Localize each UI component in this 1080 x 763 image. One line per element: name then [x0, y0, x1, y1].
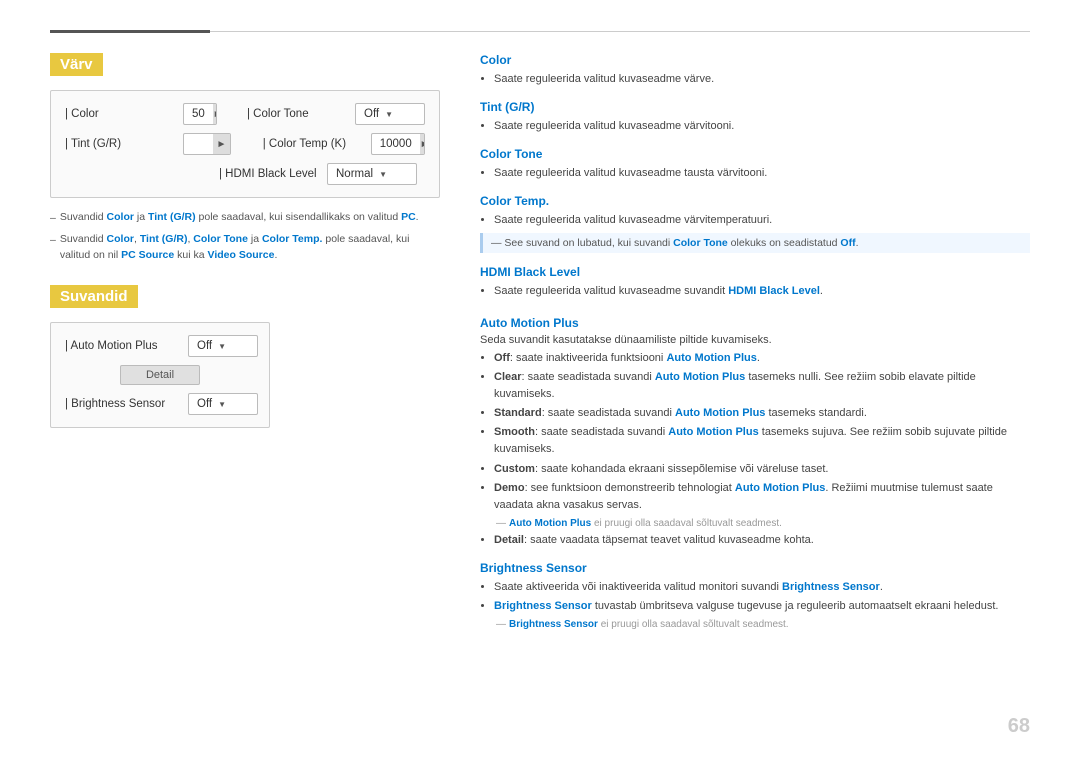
- section-varv-title: Värv: [50, 53, 103, 76]
- page-number: 68: [1008, 715, 1030, 738]
- brightness-value: Off: [197, 398, 212, 410]
- right-brightness-item-1: Saate aktiveerida või inaktiveerida vali…: [494, 579, 1030, 596]
- right-color-temp-title: Color Temp.: [480, 194, 1030, 208]
- right-amp-title: Auto Motion Plus: [480, 316, 1030, 330]
- hdmi-dropdown[interactable]: Normal ▼: [327, 163, 417, 185]
- varv-notes: – Suvandid Color ja Tint (G/R) pole saad…: [50, 210, 440, 263]
- color-temp-note-box: — See suvand on lubatud, kui suvandi Col…: [480, 233, 1030, 253]
- left-column: Värv | Color 50 ► | Color Tone Off ▼: [50, 53, 440, 633]
- right-amp-custom: Custom: saate kohandada ekraani sissepõl…: [494, 461, 1030, 478]
- right-amp-off: Off: saate inaktiveerida funktsiooni Aut…: [494, 350, 1030, 367]
- color-settings-box: | Color 50 ► | Color Tone Off ▼ | Tint (…: [50, 90, 440, 198]
- right-amp-clear: Clear: saate seadistada suvandi Auto Mot…: [494, 369, 1030, 403]
- color-tone-dropdown[interactable]: Off ▼: [355, 103, 425, 125]
- brightness-dropdown[interactable]: Off ▼: [188, 393, 258, 415]
- tint-setting-row: | Tint (G/R) ► | Color Temp (K) 10000 ►: [65, 133, 425, 155]
- right-amp-desc: Seda suvandit kasutatakse dünaamiliste p…: [480, 334, 1030, 346]
- auto-motion-row: | Auto Motion Plus Off ▼: [65, 335, 255, 357]
- detail-button[interactable]: Detail: [120, 365, 200, 385]
- right-hdmi-item: Saate reguleerida valitud kuvaseadme suv…: [494, 283, 1030, 300]
- color-label: | Color: [65, 108, 175, 120]
- auto-motion-arrow-icon: ▼: [218, 342, 226, 351]
- color-temp-note-text: — See suvand on lubatud, kui suvandi Col…: [491, 237, 859, 249]
- main-content: Värv | Color 50 ► | Color Tone Off ▼: [50, 53, 1030, 633]
- right-tint-title: Tint (G/R): [480, 100, 1030, 114]
- right-color-list: Saate reguleerida valitud kuvaseadme vär…: [494, 71, 1030, 88]
- amp-note: — Auto Motion Plus ei pruugi olla saadav…: [496, 518, 1030, 529]
- varv-note-2: – Suvandid Color, Tint (G/R), Color Tone…: [50, 232, 440, 264]
- tint-label: | Tint (G/R): [65, 138, 175, 150]
- detail-btn-container: Detail: [65, 365, 255, 385]
- right-color-temp-item: Saate reguleerida valitud kuvaseadme vär…: [494, 212, 1030, 229]
- color-tone-arrow-icon: ▼: [385, 110, 393, 119]
- right-detail-list: Detail: saate vaadata täpsemat teavet va…: [494, 532, 1030, 549]
- color-temp-value: 10000: [372, 133, 420, 155]
- auto-motion-dropdown[interactable]: Off ▼: [188, 335, 258, 357]
- right-amp-standard: Standard: saate seadistada suvandi Auto …: [494, 405, 1030, 422]
- hdmi-label: | HDMI Black Level: [219, 168, 319, 180]
- color-temp-label: | Color Temp (K): [263, 138, 363, 150]
- suvandid-settings-box: | Auto Motion Plus Off ▼ Detail | Bright…: [50, 322, 270, 428]
- color-temp-increment-button[interactable]: ►: [420, 133, 425, 155]
- right-color-item: Saate reguleerida valitud kuvaseadme vär…: [494, 71, 1030, 88]
- right-brightness-title: Brightness Sensor: [480, 561, 1030, 575]
- suvandid-section: Suvandid | Auto Motion Plus Off ▼ Detail: [50, 285, 440, 428]
- color-setting-row: | Color 50 ► | Color Tone Off ▼: [65, 103, 425, 125]
- right-tint-item: Saate reguleerida valitud kuvaseadme vär…: [494, 118, 1030, 135]
- divider-right: [210, 31, 1030, 32]
- auto-motion-value: Off: [197, 340, 212, 352]
- right-amp-list: Off: saate inaktiveerida funktsiooni Aut…: [494, 350, 1030, 513]
- right-detail-item: Detail: saate vaadata täpsemat teavet va…: [494, 532, 1030, 549]
- right-amp-smooth: Smooth: saate seadistada suvandi Auto Mo…: [494, 424, 1030, 458]
- color-tone-value: Off: [364, 108, 379, 120]
- brightness-row: | Brightness Sensor Off ▼: [65, 393, 255, 415]
- brightness-arrow-icon: ▼: [218, 400, 226, 409]
- varv-note-1: – Suvandid Color ja Tint (G/R) pole saad…: [50, 210, 440, 227]
- tint-num-control[interactable]: ►: [183, 133, 231, 155]
- brightness-note: — Brightness Sensor ei pruugi olla saada…: [496, 619, 1030, 630]
- right-color-tone-list: Saate reguleerida valitud kuvaseadme tau…: [494, 165, 1030, 182]
- hdmi-arrow-icon: ▼: [379, 170, 387, 179]
- top-divider: [50, 30, 1030, 33]
- page: Värv | Color 50 ► | Color Tone Off ▼: [0, 0, 1080, 763]
- right-amp-demo: Demo: see funktsioon demonstreerib tehno…: [494, 480, 1030, 514]
- right-color-title: Color: [480, 53, 1030, 67]
- right-column: Color Saate reguleerida valitud kuvasead…: [480, 53, 1030, 633]
- section-suvandid-title: Suvandid: [50, 285, 138, 308]
- right-color-tone-title: Color Tone: [480, 147, 1030, 161]
- tint-increment-button[interactable]: ►: [213, 133, 230, 155]
- right-tint-list: Saate reguleerida valitud kuvaseadme vär…: [494, 118, 1030, 135]
- color-value: 50: [184, 103, 213, 125]
- right-color-tone-item: Saate reguleerida valitud kuvaseadme tau…: [494, 165, 1030, 182]
- divider-left: [50, 30, 210, 33]
- color-num-control[interactable]: 50 ►: [183, 103, 217, 125]
- right-hdmi-list: Saate reguleerida valitud kuvaseadme suv…: [494, 283, 1030, 300]
- hdmi-value: Normal: [336, 168, 373, 180]
- right-hdmi-title: HDMI Black Level: [480, 265, 1030, 279]
- color-tone-label: | Color Tone: [247, 108, 347, 120]
- right-brightness-item-2: Brightness Sensor tuvastab ümbritseva va…: [494, 598, 1030, 615]
- color-temp-num-control[interactable]: 10000 ►: [371, 133, 425, 155]
- right-color-temp-list: Saate reguleerida valitud kuvaseadme vär…: [494, 212, 1030, 229]
- color-increment-button[interactable]: ►: [213, 103, 217, 125]
- brightness-label: | Brightness Sensor: [65, 398, 180, 410]
- auto-motion-label: | Auto Motion Plus: [65, 340, 180, 352]
- right-brightness-list: Saate aktiveerida või inaktiveerida vali…: [494, 579, 1030, 615]
- hdmi-setting-row: | HDMI Black Level Normal ▼: [65, 163, 425, 185]
